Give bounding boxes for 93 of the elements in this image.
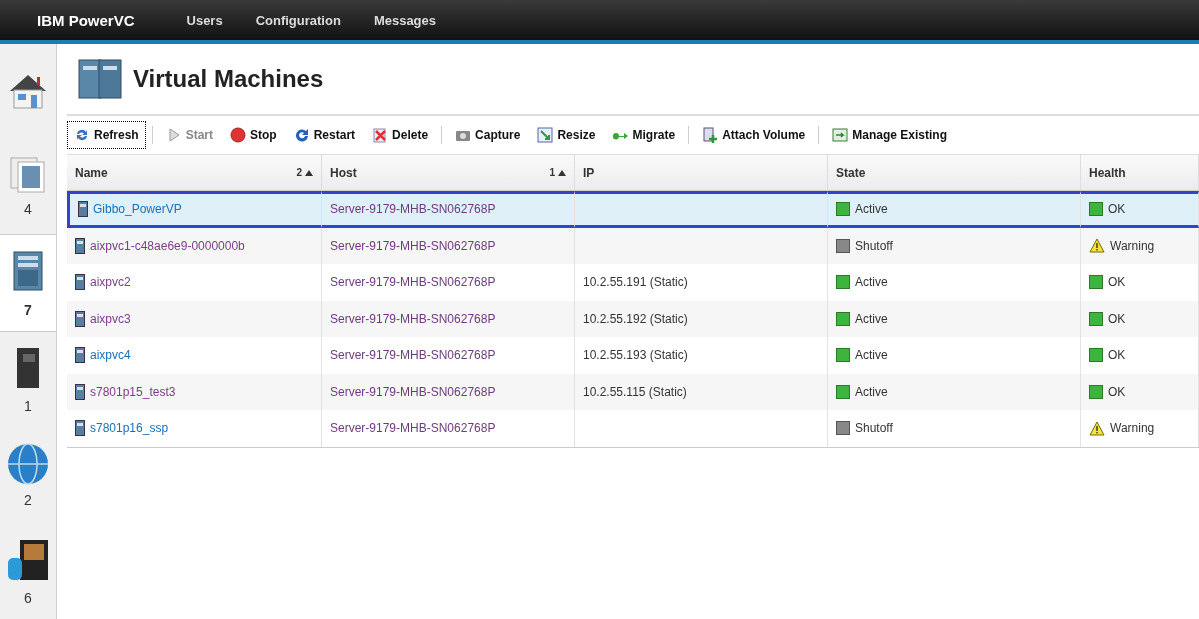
vm-name-link[interactable]: aixpvc3 — [90, 311, 131, 326]
status-square-icon — [1089, 384, 1103, 399]
table-cell: Server-9179-MHB-SN062768P — [322, 373, 575, 410]
health-text: OK — [1108, 384, 1126, 399]
warning-icon — [1089, 238, 1105, 254]
vm-icon — [75, 383, 85, 400]
state-text: Active — [855, 202, 888, 217]
item-count: 4 — [24, 200, 32, 217]
sort-indicator: 2 — [296, 167, 313, 178]
status-square-icon — [1089, 311, 1103, 326]
state-text: Shutoff — [855, 421, 893, 436]
item-count: 1 — [24, 398, 32, 415]
health-text: Warning — [1110, 421, 1155, 436]
sidebar-item[interactable]: 6 — [0, 523, 56, 619]
health-text: OK — [1108, 311, 1126, 326]
table-cell: 10.2.55.192 (Static) — [575, 300, 828, 337]
status-square-icon — [836, 275, 850, 290]
vm-icon — [75, 310, 85, 327]
attach-volume-icon — [702, 127, 719, 143]
column-header[interactable]: IP — [575, 155, 828, 191]
page-title: Virtual Machines — [133, 65, 324, 93]
status-square-icon — [836, 311, 850, 326]
menu-link[interactable]: Configuration — [255, 12, 341, 28]
item-count: 7 — [24, 301, 32, 318]
stop-icon — [230, 127, 247, 143]
column-header[interactable]: Host 1 — [322, 155, 575, 191]
status-square-icon — [1089, 202, 1103, 217]
status-square-icon — [836, 202, 850, 217]
vm-name-link[interactable]: aixpvc2 — [90, 275, 131, 290]
stopped-square-icon — [836, 238, 850, 253]
toolbar-button[interactable]: Resize — [530, 121, 603, 149]
state-text: Active — [855, 311, 888, 326]
column-label: Name — [75, 165, 109, 180]
column-header[interactable]: Name 2 — [67, 155, 322, 191]
table-cell: Server-9179-MHB-SN062768P — [322, 227, 575, 264]
stopped-square-icon — [836, 421, 850, 436]
vm-name-link[interactable]: s7801p16_ssp — [90, 421, 169, 436]
column-label: Health — [1089, 165, 1127, 180]
column-header[interactable]: State — [828, 155, 1081, 191]
brand-name: IBM PowerVC — [37, 11, 135, 29]
toolbar-button[interactable]: Attach Volume — [695, 121, 813, 149]
state-text: Active — [855, 348, 888, 363]
item-count: 2 — [24, 492, 32, 509]
state-text: Shutoff — [855, 238, 893, 253]
vm-name-link[interactable]: aixpvc1-c48ae6e9-0000000b — [90, 238, 245, 253]
warning-icon — [1089, 420, 1105, 436]
vm-icon — [75, 274, 85, 291]
toolbar-button[interactable]: Delete — [365, 121, 436, 149]
toolbar-button[interactable]: Manage Existing — [825, 121, 954, 149]
toolbar-button[interactable]: Stop — [223, 121, 284, 149]
health-text: OK — [1108, 202, 1126, 217]
restart-icon — [293, 127, 310, 143]
vm-icon — [75, 237, 85, 254]
sidebar-item[interactable]: 7 — [0, 233, 56, 332]
delete-icon — [372, 127, 389, 143]
item-count: 6 — [24, 590, 32, 607]
column-header[interactable]: Health — [1081, 155, 1199, 191]
status-square-icon — [836, 348, 850, 363]
health-text: OK — [1108, 275, 1126, 290]
table-cell: Server-9179-MHB-SN062768P — [322, 191, 575, 228]
pictures-icon — [10, 154, 46, 195]
status-square-icon — [1089, 348, 1103, 363]
status-square-icon — [836, 384, 850, 399]
sidebar-item[interactable]: 4 — [0, 137, 56, 234]
toolbar-button[interactable]: Refresh — [67, 121, 146, 149]
sidebar-item[interactable]: 2 — [0, 427, 56, 524]
vm-icon — [75, 347, 85, 364]
toolbar-button[interactable]: Migrate — [605, 121, 683, 149]
health-text: OK — [1108, 348, 1126, 363]
vm-icon — [78, 201, 88, 218]
column-label: State — [836, 165, 867, 180]
health-text: Warning — [1110, 238, 1155, 253]
vm-name-link[interactable]: aixpvc4 — [90, 348, 131, 363]
globe-icon — [6, 442, 50, 487]
vm-icon — [75, 420, 85, 437]
toolbar-button[interactable]: Capture — [448, 121, 528, 149]
vm-name-link[interactable]: Gibbo_PowerVP — [93, 202, 182, 217]
sidebar-item[interactable]: 1 — [0, 331, 56, 428]
refresh-icon — [74, 127, 90, 143]
sort-indicator: 1 — [549, 167, 566, 178]
vm-name-link[interactable]: s7801p15_test3 — [90, 384, 176, 399]
resize-icon — [537, 127, 554, 143]
manage-existing-icon — [832, 127, 849, 143]
state-text: Active — [855, 275, 888, 290]
state-text: Active — [855, 384, 888, 399]
column-label: Host — [330, 165, 358, 180]
menu-link[interactable]: Users — [186, 12, 223, 28]
status-square-icon — [1089, 275, 1103, 290]
menu-link[interactable]: Messages — [373, 12, 437, 28]
table-cell: 10.2.55.115 (Static) — [575, 373, 828, 410]
toolbar-button[interactable]: Restart — [286, 121, 363, 149]
column-label: IP — [583, 165, 596, 180]
table-cell: Server-9179-MHB-SN062768P — [322, 300, 575, 337]
